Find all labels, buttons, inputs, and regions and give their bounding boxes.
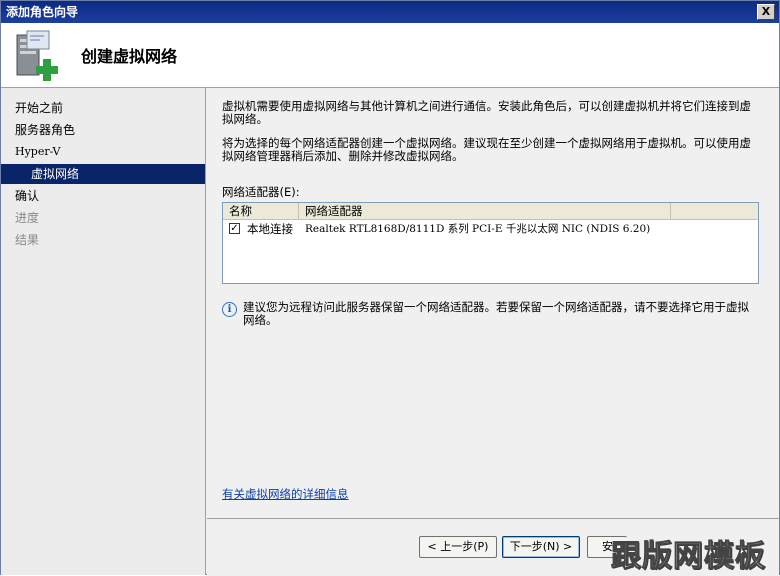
adapter-connection-name: 本地连接 [247, 222, 293, 236]
info-icon: i [222, 302, 237, 317]
sidebar-item-results: 结果 [15, 233, 40, 247]
wizard-window: 添加角色向导 X 创建虚拟网络 开始之前 服务器角色 Hyper-V 虚拟网络 … [0, 0, 780, 576]
page-title: 创建虚拟网络 [81, 47, 178, 66]
close-button[interactable]: X [757, 4, 775, 20]
server-add-icon [16, 30, 58, 81]
sidebar-item-confirmation[interactable]: 确认 [1, 186, 205, 206]
adapters-label: 网络适配器(E): [222, 185, 300, 199]
more-info-link[interactable]: 有关虚拟网络的详细信息 [222, 486, 349, 502]
info-text: 建议您为远程访问此服务器保留一个网络适配器。若要保留一个网络适配器，请不要选择它… [243, 300, 749, 327]
intro-paragraph: 虚拟机需要使用虚拟网络与其他计算机之间进行通信。安装此角色后，可以创建虚拟机并将… [222, 99, 751, 126]
adapter-checkbox[interactable]: ✓ [229, 223, 240, 234]
column-header-name[interactable]: 名称 [223, 203, 299, 219]
sidebar-item-progress: 进度 [15, 211, 40, 225]
window-title: 添加角色向导 [6, 5, 79, 19]
sidebar-item-hyper-v[interactable]: Hyper-V [1, 142, 205, 162]
next-button[interactable]: 下一步(N) > [502, 536, 580, 558]
title-bar[interactable]: 添加角色向导 X [1, 1, 779, 23]
sidebar-item-server-roles[interactable]: 服务器角色 [1, 120, 205, 140]
close-icon: X [761, 5, 771, 18]
network-adapters-list[interactable]: 名称 网络适配器 ✓ 本地连接 Realtek RTL8168D/8111D 系… [222, 202, 759, 284]
adapter-description: Realtek RTL8168D/8111D 系列 PCI-E 千兆以太网 NI… [305, 223, 651, 235]
table-row[interactable]: ✓ 本地连接 Realtek RTL8168D/8111D 系列 PCI-E 千… [223, 221, 758, 237]
sidebar-item-before-you-begin[interactable]: 开始之前 [1, 98, 205, 118]
wizard-content: 虚拟机需要使用虚拟网络与其他计算机之间进行通信。安装此角色后，可以创建虚拟机并将… [207, 88, 779, 518]
wizard-steps-sidebar: 开始之前 服务器角色 Hyper-V 虚拟网络 确认 进度 结果 [1, 88, 206, 575]
previous-button[interactable]: < 上一步(P) [419, 536, 497, 558]
watermark: 跟版网模板 [611, 539, 766, 575]
column-header-adapter[interactable]: 网络适配器 [299, 203, 671, 219]
sidebar-item-virtual-networks[interactable]: 虚拟网络 [1, 164, 205, 184]
wizard-header: 创建虚拟网络 [1, 23, 779, 88]
list-header: 名称 网络适配器 [223, 203, 758, 220]
instruction-paragraph: 将为选择的每个网络适配器创建一个虚拟网络。建议现在至少创建一个虚拟网络用于虚拟机… [222, 136, 751, 163]
